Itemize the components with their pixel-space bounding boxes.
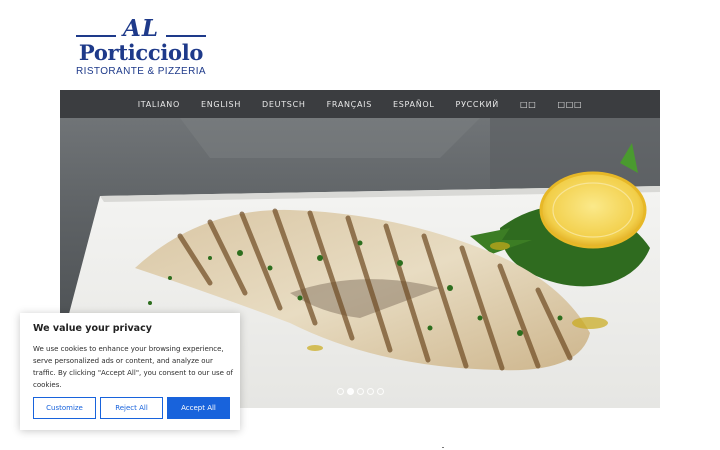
slider-dot-4[interactable]	[367, 388, 374, 395]
logo-al: AL	[122, 15, 160, 42]
cookie-text: We use cookies to enhance your browsing …	[33, 345, 233, 389]
site-logo[interactable]: AL Porticciolo RISTORANTE & PIZZERIA	[76, 16, 206, 80]
nav-item-deutsch[interactable]: DEUTSCH	[262, 100, 306, 109]
reject-all-button[interactable]: Reject All	[100, 397, 163, 419]
slider-dot-2[interactable]	[347, 388, 354, 395]
nav-item-russian[interactable]: РУССКИЙ	[456, 100, 499, 109]
slider-dot-5[interactable]	[377, 388, 384, 395]
logo-name: Porticciolo	[78, 40, 204, 65]
page-fragment	[442, 447, 444, 448]
logo-subtitle: RISTORANTE & PIZZERIA	[76, 66, 206, 77]
slider-dot-1[interactable]	[337, 388, 344, 395]
accept-all-button[interactable]: Accept All	[167, 397, 230, 419]
nav-item-espanol[interactable]: ESPAÑOL	[393, 100, 435, 109]
customize-button[interactable]: Customize	[33, 397, 96, 419]
language-nav: ITALIANO ENGLISH DEUTSCH FRANÇAIS ESPAÑO…	[60, 90, 660, 118]
logo-rule-right	[166, 35, 206, 37]
nav-item-lang-7[interactable]: □□	[520, 100, 537, 109]
nav-item-english[interactable]: ENGLISH	[201, 100, 241, 109]
slider-dot-3[interactable]	[357, 388, 364, 395]
nav-item-italiano[interactable]: ITALIANO	[138, 100, 180, 109]
cookie-consent-banner: We value your privacy We use cookies to …	[20, 313, 240, 430]
nav-item-lang-8[interactable]: □□□	[558, 100, 583, 109]
nav-item-francais[interactable]: FRANÇAIS	[327, 100, 372, 109]
slider-dots	[337, 388, 384, 395]
cookie-title: We value your privacy	[33, 323, 152, 334]
cookie-actions: Customize Reject All Accept All	[33, 397, 230, 419]
